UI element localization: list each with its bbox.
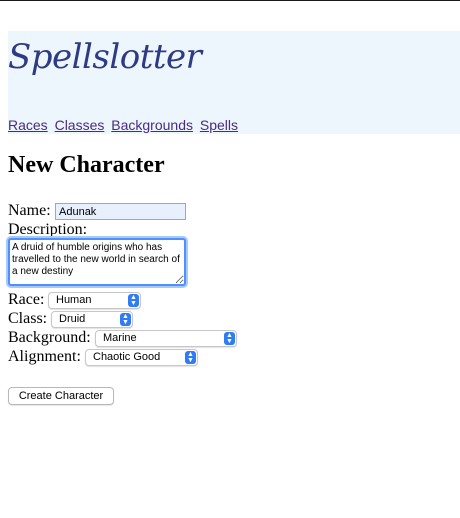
background-select-value: Marine (103, 332, 137, 344)
description-field[interactable]: A druid of humble origins who has travel… (8, 238, 186, 286)
top-border (0, 0, 460, 1)
alignment-select[interactable]: Chaotic Good ▲ ▼ (85, 349, 198, 366)
race-label: Race: (8, 291, 45, 308)
background-select[interactable]: Marine ▲ ▼ (95, 330, 237, 347)
chevron-up-down-icon: ▲ ▼ (120, 313, 131, 326)
class-label: Class: (8, 310, 48, 327)
race-select[interactable]: Human ▲ ▼ (48, 292, 141, 309)
site-header: Spellslotter Races Classes Backgrounds S… (8, 31, 460, 134)
chevron-up-down-icon: ▲ ▼ (185, 351, 196, 364)
site-logo[interactable]: Spellslotter (8, 37, 202, 77)
class-select[interactable]: Druid ▲ ▼ (51, 311, 133, 328)
name-label: Name: (8, 202, 51, 219)
nav-link-spells[interactable]: Spells (200, 117, 238, 133)
name-field[interactable] (55, 203, 186, 220)
main-nav: Races Classes Backgrounds Spells (8, 117, 238, 133)
class-select-value: Druid (59, 313, 86, 325)
race-select-value: Human (56, 294, 92, 306)
page-title: New Character (8, 152, 165, 178)
chevron-up-down-icon: ▲ ▼ (224, 332, 235, 345)
nav-link-backgrounds[interactable]: Backgrounds (111, 117, 193, 133)
alignment-select-value: Chaotic Good (93, 351, 161, 363)
chevron-up-down-icon: ▲ ▼ (128, 294, 139, 307)
nav-link-races[interactable]: Races (8, 117, 48, 133)
create-character-button[interactable]: Create Character (8, 387, 114, 405)
nav-link-classes[interactable]: Classes (55, 117, 105, 133)
alignment-label: Alignment: (8, 348, 81, 365)
background-label: Background: (8, 329, 91, 346)
description-label: Description: (8, 221, 88, 238)
